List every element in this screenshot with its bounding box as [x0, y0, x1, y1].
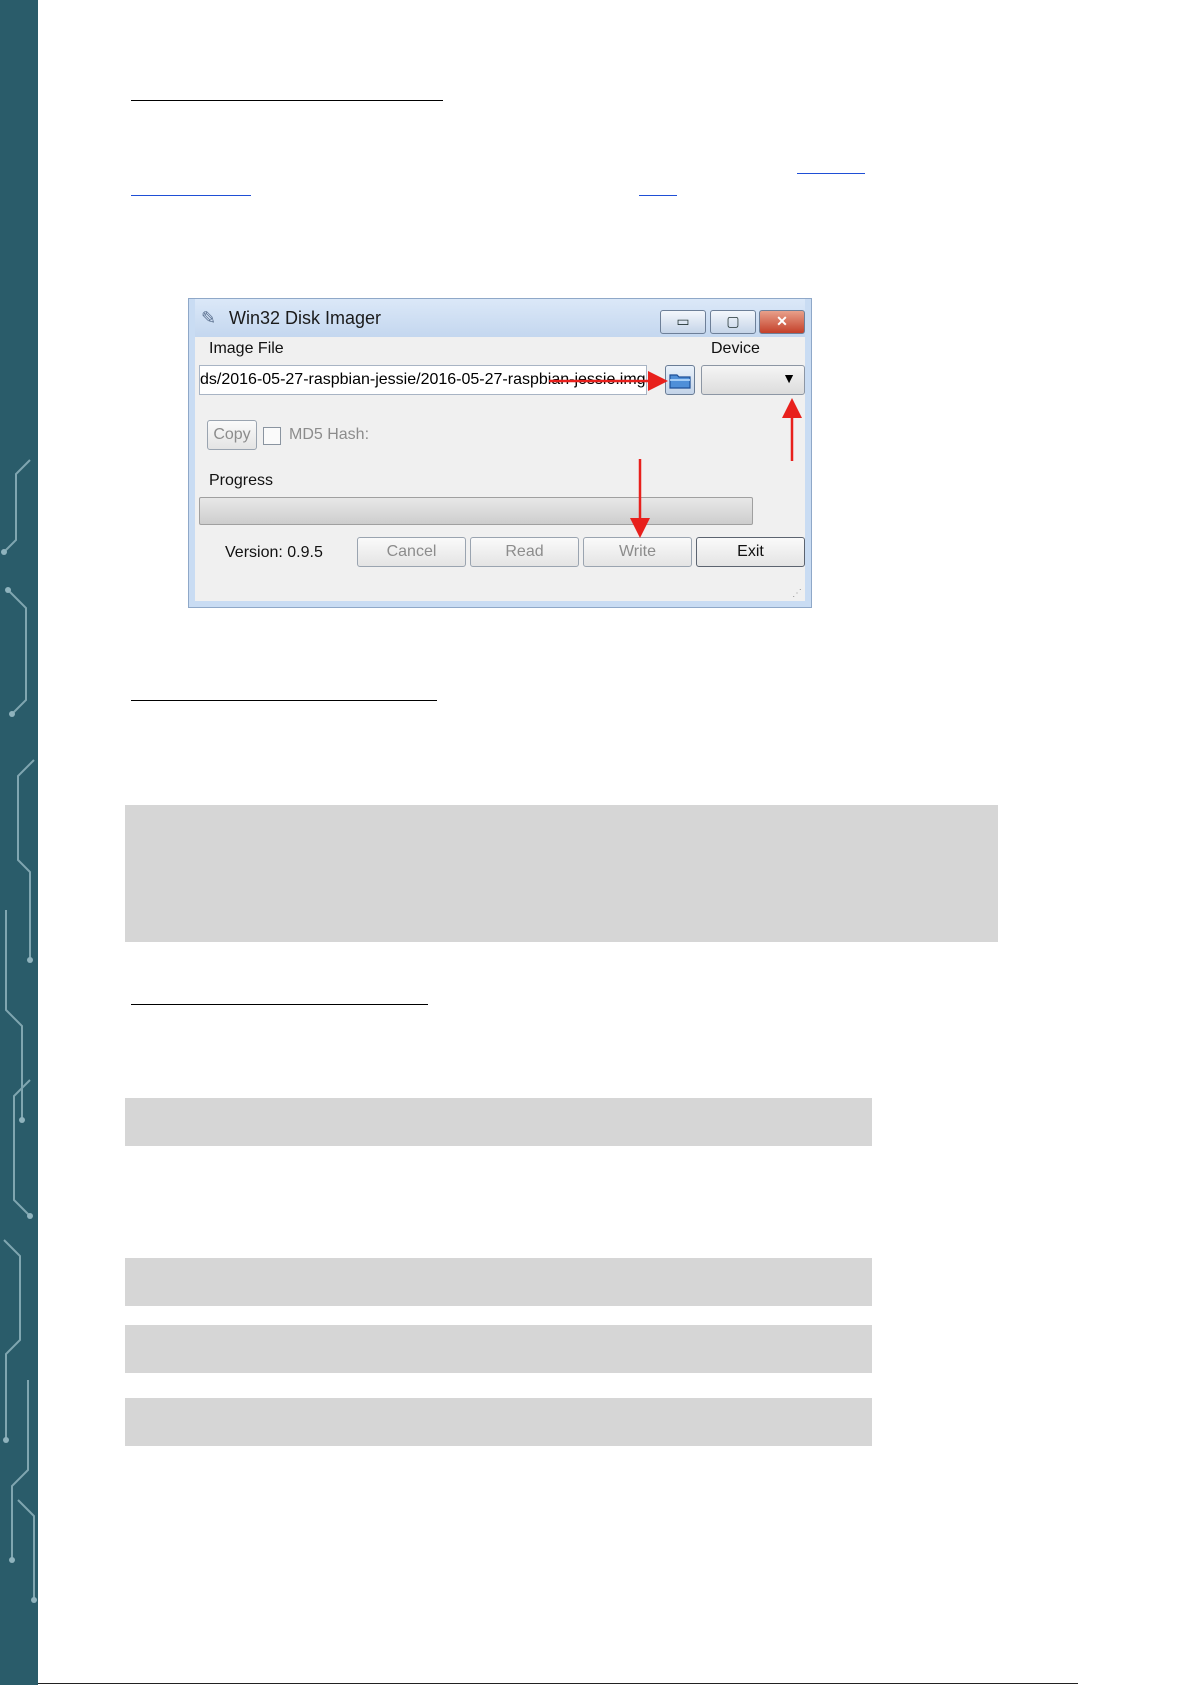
code-block-3 — [125, 1258, 872, 1306]
footer-rule — [38, 1683, 1078, 1684]
decorative-sidebar — [0, 0, 38, 1685]
win32-disk-imager-window: ✎ Win32 Disk Imager ▭ ▢ ✕ Image File Dev… — [188, 298, 812, 608]
code-block-5 — [125, 1398, 872, 1446]
circuit-pattern-icon — [1, 459, 37, 1603]
code-block-4 — [125, 1325, 872, 1373]
section-heading-rule-2 — [131, 700, 437, 701]
section-heading-rule-3 — [131, 1004, 428, 1005]
code-block-2 — [125, 1098, 872, 1146]
code-block-1 — [125, 805, 998, 942]
annotation-arrows — [549, 371, 802, 538]
hyperlink-underline-1[interactable] — [797, 173, 865, 174]
hyperlink-underline-3[interactable] — [639, 195, 677, 196]
section-heading-rule-1 — [131, 100, 443, 101]
hyperlink-underline-2[interactable] — [131, 195, 251, 196]
